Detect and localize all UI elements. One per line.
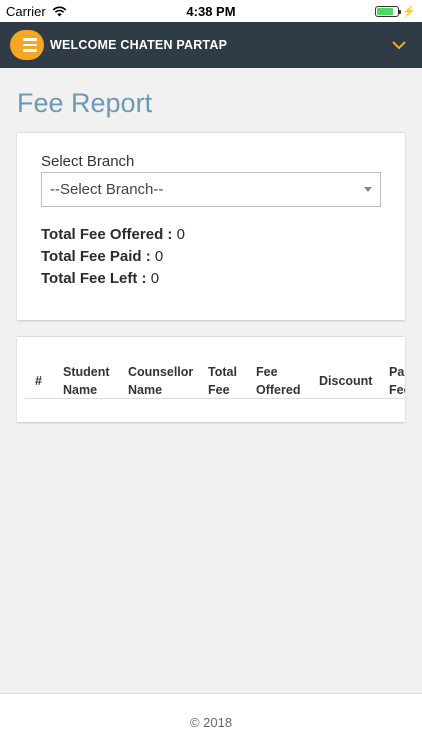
- branch-select[interactable]: --Select Branch--: [41, 172, 381, 207]
- column-header-paid-fee: PaidFee: [389, 364, 405, 397]
- page-title: Fee Report: [17, 88, 153, 118]
- totals-block: Total Fee Offered : 0 Total Fee Paid : 0…: [41, 224, 381, 290]
- status-right: ⚡: [375, 5, 416, 18]
- welcome-text: WELCOME CHATEN PARTAP: [50, 38, 228, 52]
- top-bar: WELCOME CHATEN PARTAP: [0, 22, 422, 68]
- total-offered-value: 0: [176, 226, 185, 243]
- status-bar: Carrier 4:38 PM ⚡: [0, 0, 422, 22]
- total-left-value: 0: [150, 270, 160, 287]
- column-header-index: #: [35, 373, 42, 388]
- branch-label: Select Branch: [41, 153, 135, 170]
- total-paid-row: Total Fee Paid : 0: [41, 246, 381, 268]
- hamburger-icon-line: [23, 43, 37, 47]
- carrier-label: Carrier: [6, 3, 46, 19]
- battery-icon: [375, 5, 402, 17]
- total-paid-value: 0: [154, 248, 164, 265]
- caret-down-icon: [364, 187, 372, 192]
- column-header-discount: Discount: [319, 373, 373, 388]
- chevron-down-icon[interactable]: [390, 36, 408, 54]
- menu-button[interactable]: [10, 30, 44, 60]
- total-offered-label: Total Fee Offered :: [41, 226, 173, 243]
- wifi-icon: [52, 6, 67, 16]
- total-offered-row: Total Fee Offered : 0: [41, 224, 381, 246]
- hamburger-icon-line: [23, 38, 37, 41]
- table-header-row: # Student Name Counsellor Name Total Fee Fe…: [25, 363, 405, 399]
- filter-card: Select Branch --Select Branch-- Total Fe…: [17, 132, 405, 320]
- status-left: Carrier: [6, 4, 67, 19]
- hamburger-icon-line: [23, 49, 37, 52]
- column-header-student-name: Student Name: [63, 364, 110, 397]
- column-header-counsellor-name: Counsellor Name: [128, 364, 194, 397]
- branch-select-value: --Select Branch--: [50, 181, 164, 198]
- copyright-text: © 2018: [189, 715, 233, 730]
- total-left-label: Total Fee Left :: [41, 270, 147, 287]
- column-header-fee-offered: Fee Offered: [256, 364, 301, 397]
- total-paid-label: Total Fee Paid :: [41, 248, 151, 265]
- total-left-row: Total Fee Left : 0: [41, 268, 381, 290]
- footer: © 2018: [0, 693, 422, 750]
- charging-icon: ⚡: [402, 5, 416, 18]
- column-header-total-fee: Total Fee: [208, 364, 237, 397]
- fee-table-card[interactable]: # Student Name Counsellor Name Total Fee Fe…: [17, 336, 405, 422]
